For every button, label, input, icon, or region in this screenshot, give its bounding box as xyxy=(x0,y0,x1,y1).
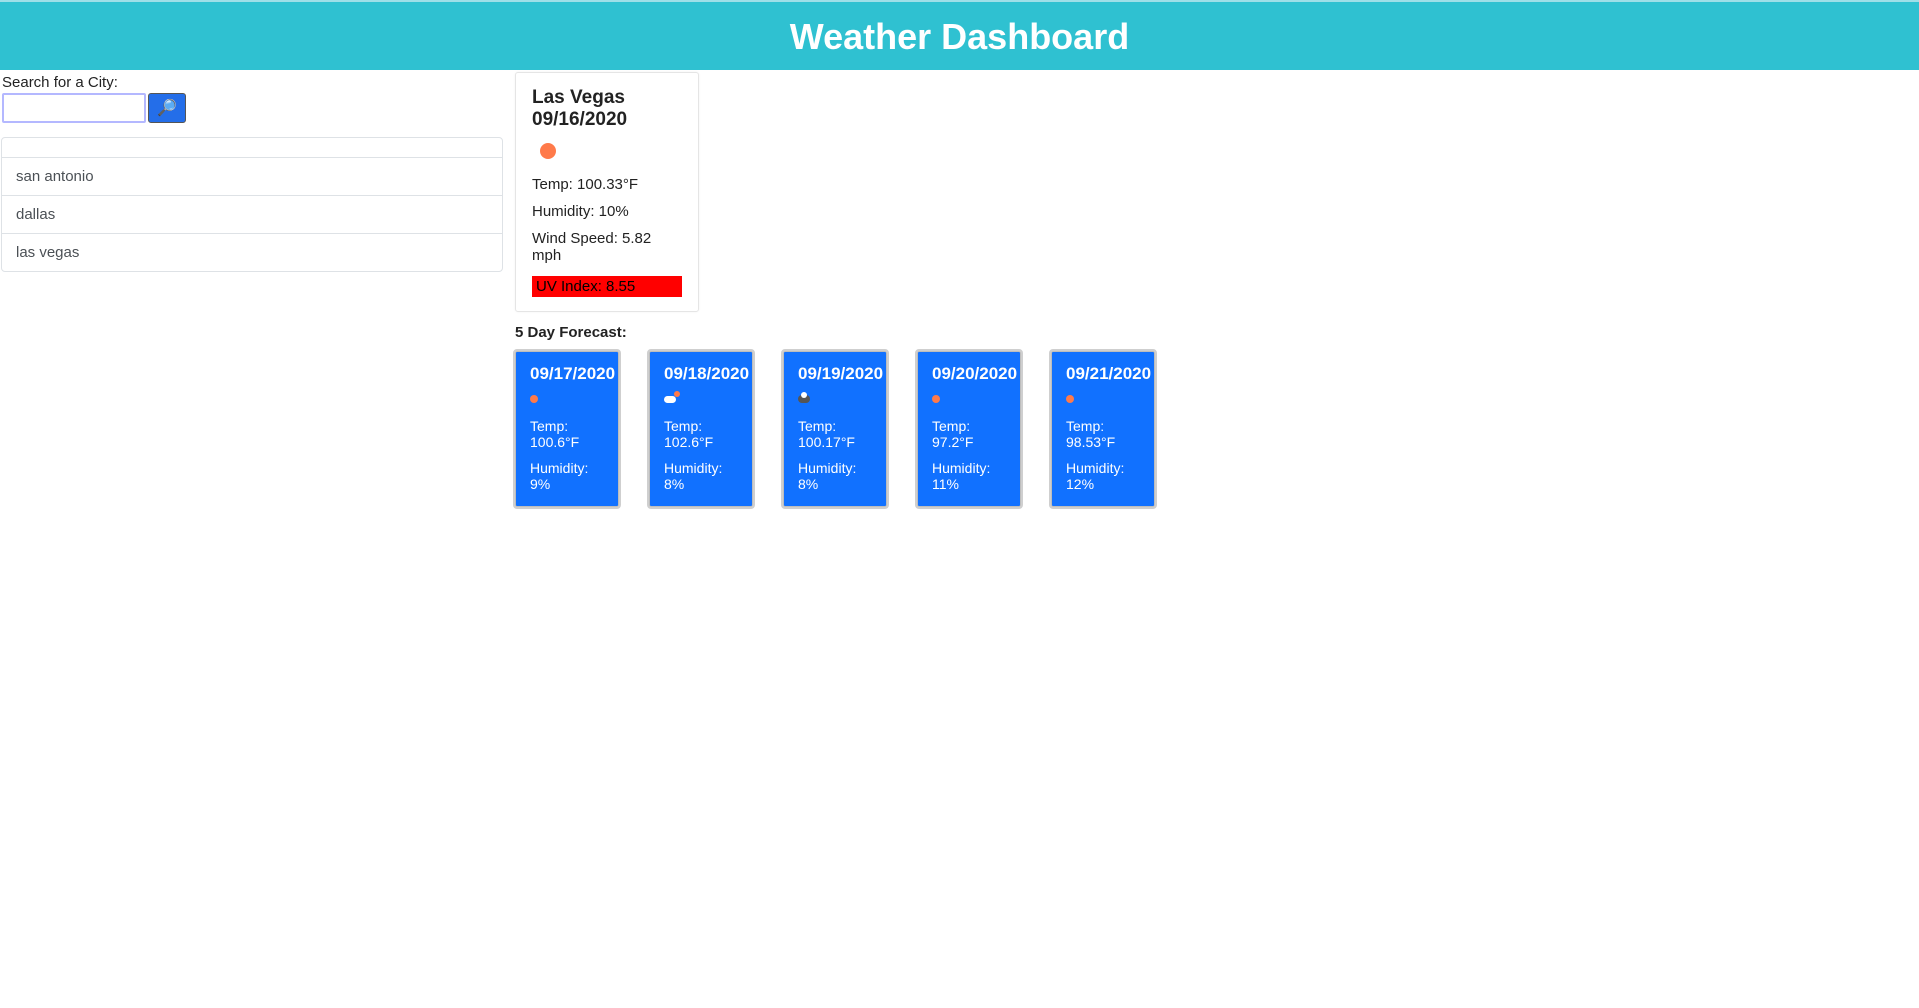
history-item[interactable]: las vegas xyxy=(2,234,502,271)
sun-icon xyxy=(540,143,556,159)
forecast-icon xyxy=(1066,390,1142,408)
forecast-date: 09/18/2020 xyxy=(664,364,740,384)
sun-icon xyxy=(932,395,940,403)
forecast-icon xyxy=(530,390,606,408)
cloud-sun-icon xyxy=(664,393,678,403)
forecast-card: 09/21/2020 Temp: 98.53°F Humidity: 12% xyxy=(1051,351,1155,507)
forecast-humidity: Humidity: 8% xyxy=(664,460,740,492)
search-history-list: san antonio dallas las vegas xyxy=(1,137,503,272)
history-blank-row xyxy=(2,138,502,158)
forecast-humidity: Humidity: 9% xyxy=(530,460,606,492)
forecast-icon xyxy=(664,390,740,408)
forecast-humidity: Humidity: 12% xyxy=(1066,460,1142,492)
forecast-date: 09/21/2020 xyxy=(1066,364,1142,384)
forecast-card: 09/18/2020 Temp: 102.6°F Humidity: 8% xyxy=(649,351,753,507)
current-humidity: Humidity: 10% xyxy=(532,203,682,220)
forecast-card: 09/20/2020 Temp: 97.2°F Humidity: 11% xyxy=(917,351,1021,507)
current-weather-card: Las Vegas 09/16/2020 Temp: 100.33°F Humi… xyxy=(515,72,699,312)
sidebar: Search for a City: 🔎 san antonio dallas … xyxy=(0,70,505,272)
forecast-icon xyxy=(798,390,874,408)
sun-icon xyxy=(530,395,538,403)
forecast-temp: Temp: 98.53°F xyxy=(1066,418,1142,450)
search-button[interactable]: 🔎 xyxy=(148,93,186,123)
forecast-row: 09/17/2020 Temp: 100.6°F Humidity: 9% 09… xyxy=(515,351,1155,507)
forecast-card: 09/17/2020 Temp: 100.6°F Humidity: 9% xyxy=(515,351,619,507)
current-city-date: Las Vegas 09/16/2020 xyxy=(532,87,682,131)
cloud-icon xyxy=(798,395,810,403)
current-uv-badge: UV Index: 8.55 xyxy=(532,276,682,297)
main-panel: Las Vegas 09/16/2020 Temp: 100.33°F Humi… xyxy=(505,70,1155,507)
search-icon: 🔎 xyxy=(157,98,177,118)
forecast-card: 09/19/2020 Temp: 100.17°F Humidity: 8% xyxy=(783,351,887,507)
history-item[interactable]: dallas xyxy=(2,196,502,234)
forecast-date: 09/19/2020 xyxy=(798,364,874,384)
current-temp: Temp: 100.33°F xyxy=(532,176,682,193)
sun-icon xyxy=(1066,395,1074,403)
current-wind: Wind Speed: 5.82 mph xyxy=(532,230,682,264)
content-area: Search for a City: 🔎 san antonio dallas … xyxy=(0,70,1919,507)
forecast-humidity: Humidity: 8% xyxy=(798,460,874,492)
forecast-date: 09/20/2020 xyxy=(932,364,1008,384)
app-header: Weather Dashboard xyxy=(0,0,1919,70)
search-label: Search for a City: xyxy=(2,74,505,91)
forecast-title: 5 Day Forecast: xyxy=(515,324,1155,341)
forecast-icon xyxy=(932,390,1008,408)
forecast-temp: Temp: 97.2°F xyxy=(932,418,1008,450)
current-weather-icon xyxy=(540,143,682,164)
history-item[interactable]: san antonio xyxy=(2,158,502,196)
forecast-temp: Temp: 100.6°F xyxy=(530,418,606,450)
forecast-temp: Temp: 100.17°F xyxy=(798,418,874,450)
search-input[interactable] xyxy=(2,93,146,123)
app-title: Weather Dashboard xyxy=(0,16,1919,58)
forecast-temp: Temp: 102.6°F xyxy=(664,418,740,450)
search-row: 🔎 xyxy=(2,93,505,123)
forecast-date: 09/17/2020 xyxy=(530,364,606,384)
forecast-humidity: Humidity: 11% xyxy=(932,460,1008,492)
